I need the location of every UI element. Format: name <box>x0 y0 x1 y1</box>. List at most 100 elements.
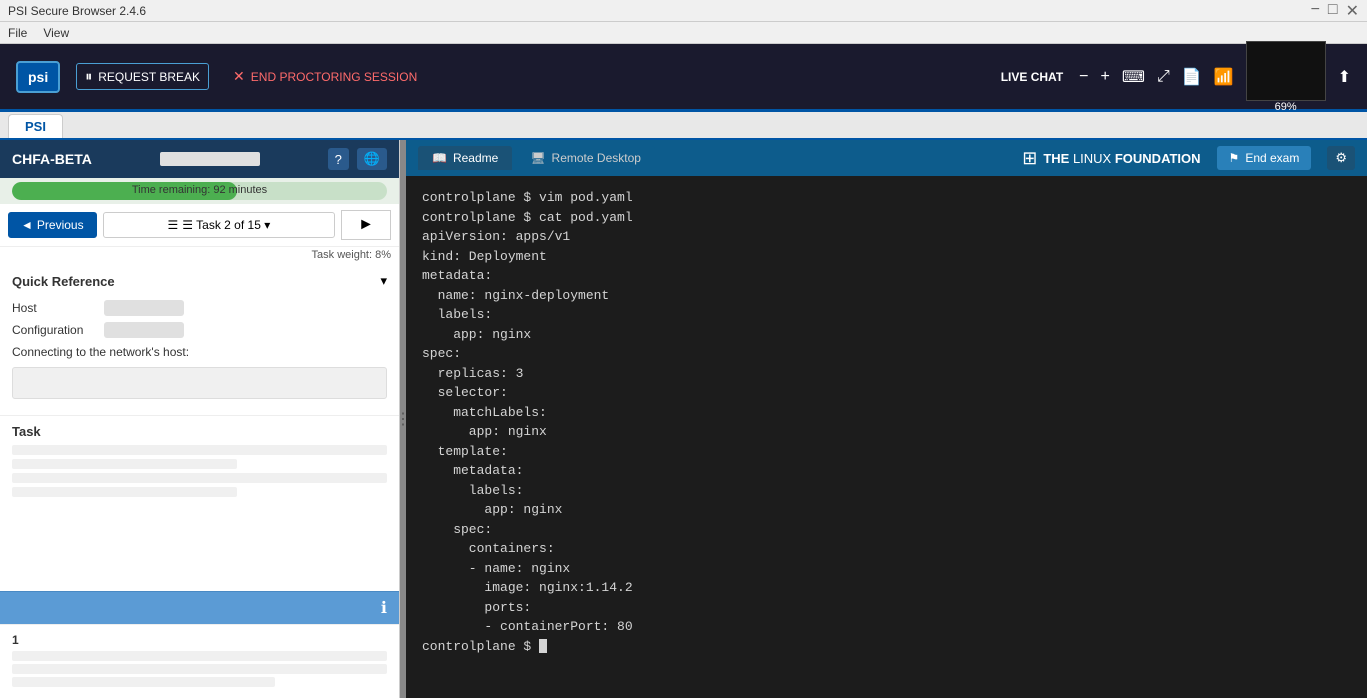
terminal-line-17: app: nginx <box>422 500 1351 520</box>
menu-file[interactable]: File <box>8 26 27 40</box>
exam-title: CHFA-BETA <box>12 151 92 167</box>
panel-settings-button[interactable]: ⚙ <box>1327 146 1355 170</box>
readme-tab[interactable]: 📖 Readme <box>418 146 512 170</box>
terminal-cursor <box>539 639 547 653</box>
task-line-1 <box>12 445 387 455</box>
quick-ref-content: Host Configuration Connecting to the net… <box>12 289 387 407</box>
terminal-line-15: metadata: <box>422 461 1351 481</box>
terminal-line-8: app: nginx <box>422 325 1351 345</box>
terminal-line-20: - name: nginx <box>422 559 1351 579</box>
prev-label: Previous <box>37 218 84 232</box>
request-break-button[interactable]: ⏸ REQUEST BREAK <box>76 63 209 90</box>
terminal-line-16: labels: <box>422 481 1351 501</box>
terminal[interactable]: controlplane $ vim pod.yaml controlplane… <box>406 176 1367 698</box>
remote-desktop-tab[interactable]: 🖥 Remote Desktop <box>516 146 655 170</box>
x-icon: ✕ <box>233 68 245 85</box>
exam-progress-indicator <box>160 152 260 166</box>
title-bar-controls: − □ ✕ <box>1311 1 1359 21</box>
config-row: Configuration <box>12 319 387 341</box>
terminal-line-12: matchLabels: <box>422 403 1351 423</box>
toolbar-right: LIVE CHAT − + ⌨ ⤢ 📄 📶 69% ⬆ <box>1001 41 1351 113</box>
keyboard-icon[interactable]: ⌨ <box>1122 67 1145 87</box>
terminal-line-23: - containerPort: 80 <box>422 617 1351 637</box>
readme-label: Readme <box>453 151 498 165</box>
quick-ref-header[interactable]: Quick Reference ▾ <box>12 273 387 289</box>
app-title: PSI Secure Browser 2.4.6 <box>8 4 146 18</box>
title-bar-left: PSI Secure Browser 2.4.6 <box>8 4 146 18</box>
left-panel: CHFA-BETA ? 🌐 Time remaining: 92 minutes… <box>0 140 400 698</box>
terminal-line-6: name: nginx-deployment <box>422 286 1351 306</box>
pause-icon: ⏸ <box>85 68 92 85</box>
end-proctoring-button[interactable]: ✕ END PROCTORING SESSION <box>225 64 425 89</box>
task-weight: Task weight: 8% <box>0 247 399 265</box>
task-indicator[interactable]: ☰ ☰ Task 2 of 15 ▾ <box>103 212 336 238</box>
terminal-line-5: metadata: <box>422 266 1351 286</box>
help-button[interactable]: ? <box>328 148 349 170</box>
next-button[interactable]: ► <box>341 210 391 240</box>
end-exam-label: End exam <box>1245 151 1299 165</box>
lf-square-icon: ⊞ <box>1022 148 1037 169</box>
quick-ref-title: Quick Reference <box>12 274 115 289</box>
live-chat-label: LIVE CHAT <box>1001 70 1063 84</box>
minus-icon[interactable]: − <box>1079 68 1088 86</box>
collapse-icon[interactable]: ⬆ <box>1338 67 1351 87</box>
panel-tabs-right: ⊞ THE LINUX FOUNDATION ⚑ End exam ⚙ <box>1022 146 1355 170</box>
config-value <box>104 322 184 338</box>
camera-section: 69% <box>1246 41 1326 113</box>
zoom-label: 69% <box>1275 101 1297 113</box>
task-line-2 <box>12 459 237 469</box>
network-text: Connecting to the network's host: <box>12 341 387 363</box>
question-num: 1 <box>12 633 387 647</box>
exam-header-icons: ? 🌐 <box>328 148 387 170</box>
panel-tabs-left: 📖 Readme 🖥 Remote Desktop <box>418 146 655 170</box>
terminal-line-10: replicas: 3 <box>422 364 1351 384</box>
toolbar-left: psi ⏸ REQUEST BREAK ✕ END PROCTORING SES… <box>16 61 425 93</box>
terminal-line-13: app: nginx <box>422 422 1351 442</box>
globe-button[interactable]: 🌐 <box>357 148 387 170</box>
end-exam-button[interactable]: ⚑ End exam <box>1217 146 1312 170</box>
close-btn[interactable]: ✕ <box>1346 1 1359 21</box>
resize-icon[interactable]: ⤢ <box>1157 68 1170 86</box>
terminal-line-21: image: nginx:1.14.2 <box>422 578 1351 598</box>
terminal-line-14: template: <box>422 442 1351 462</box>
terminal-line-4: kind: Deployment <box>422 247 1351 267</box>
end-proc-label: END PROCTORING SESSION <box>251 70 417 84</box>
tab-bar: PSI <box>0 112 1367 140</box>
request-break-label: REQUEST BREAK <box>98 70 200 84</box>
terminal-line-2: controlplane $ cat pod.yaml <box>422 208 1351 228</box>
psi-tab[interactable]: PSI <box>8 114 63 138</box>
terminal-line-11: selector: <box>422 383 1351 403</box>
host-label: Host <box>12 301 92 315</box>
terminal-prompt-line: controlplane $ <box>422 637 1351 657</box>
terminal-line-19: containers: <box>422 539 1351 559</box>
time-remaining: Time remaining: 92 minutes <box>12 184 387 196</box>
task-section: Task <box>0 416 399 591</box>
top-toolbar: psi ⏸ REQUEST BREAK ✕ END PROCTORING SES… <box>0 44 1367 112</box>
linux-foundation-logo: ⊞ THE LINUX FOUNDATION <box>1022 148 1200 169</box>
title-bar: PSI Secure Browser 2.4.6 − □ ✕ <box>0 0 1367 22</box>
prev-arrow-icon: ◄ <box>21 218 33 232</box>
question-line-3 <box>12 677 275 687</box>
chevron-down-icon: ▾ <box>380 273 387 289</box>
document-icon[interactable]: 📄 <box>1182 67 1202 87</box>
main-content: CHFA-BETA ? 🌐 Time remaining: 92 minutes… <box>0 140 1367 698</box>
right-panel-tabs: 📖 Readme 🖥 Remote Desktop ⊞ THE LINUX FO… <box>406 140 1367 176</box>
plus-icon[interactable]: + <box>1101 68 1110 86</box>
host-row: Host <box>12 297 387 319</box>
toolbar-icons: − + ⌨ ⤢ 📄 📶 69% ⬆ <box>1079 41 1351 113</box>
camera-preview <box>1246 41 1326 101</box>
task-line-3 <box>12 473 387 483</box>
bottom-section: 1 <box>0 624 399 698</box>
task-title: Task <box>12 424 387 439</box>
minimize-btn[interactable]: − <box>1311 1 1320 21</box>
signal-icon[interactable]: 📶 <box>1214 67 1234 87</box>
config-label: Configuration <box>12 323 92 337</box>
previous-button[interactable]: ◄ Previous <box>8 212 97 238</box>
terminal-line-3: apiVersion: apps/v1 <box>422 227 1351 247</box>
terminal-line-9: spec: <box>422 344 1351 364</box>
menu-view[interactable]: View <box>43 26 69 40</box>
progress-bar-container: Time remaining: 92 minutes <box>12 182 387 200</box>
maximize-btn[interactable]: □ <box>1328 1 1338 21</box>
right-panel: 📖 Readme 🖥 Remote Desktop ⊞ THE LINUX FO… <box>406 140 1367 698</box>
desktop-icon: 🖥 <box>530 151 545 165</box>
